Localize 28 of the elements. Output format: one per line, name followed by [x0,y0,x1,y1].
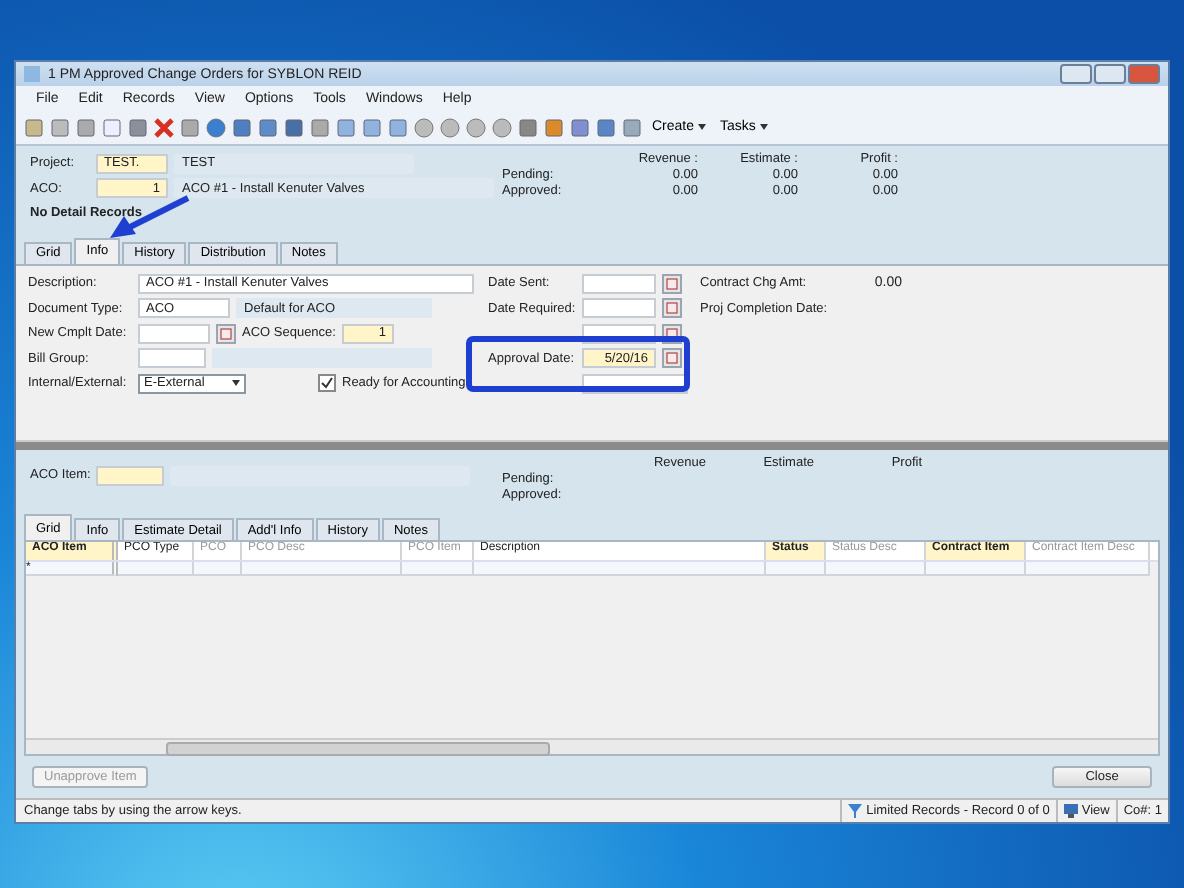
checkbox[interactable] [318,374,336,393]
caret-icon [759,124,768,131]
horizontal-scrollbar[interactable] [26,738,1158,754]
date-field[interactable] [138,323,210,344]
monitor-icon [1063,803,1078,818]
grid-cell[interactable] [826,562,926,576]
grid-cell[interactable] [474,562,766,576]
bill-group-field[interactable] [138,348,206,369]
app-icon [24,66,40,83]
grid-cell[interactable] [402,562,474,576]
grid-cell[interactable] [118,562,194,576]
grid-cell[interactable] [926,562,1026,576]
maximize-button[interactable] [1094,64,1126,85]
grid-cell[interactable] [1026,562,1150,576]
aco-item-field[interactable] [96,465,165,486]
caret-icon [698,124,707,131]
date-field[interactable] [582,273,656,294]
filter-icon [848,803,863,818]
minimize-button[interactable] [1060,64,1092,85]
grid-cell[interactable] [242,562,402,576]
scrollbar-thumb[interactable] [166,742,550,756]
close-button[interactable] [1128,64,1160,85]
grid-cell[interactable] [194,562,242,576]
date-field[interactable] [582,298,656,319]
calendar-icon [220,327,232,340]
grid-cell[interactable] [766,562,826,576]
delete-icon[interactable] [154,117,174,138]
caret-icon [232,380,240,387]
